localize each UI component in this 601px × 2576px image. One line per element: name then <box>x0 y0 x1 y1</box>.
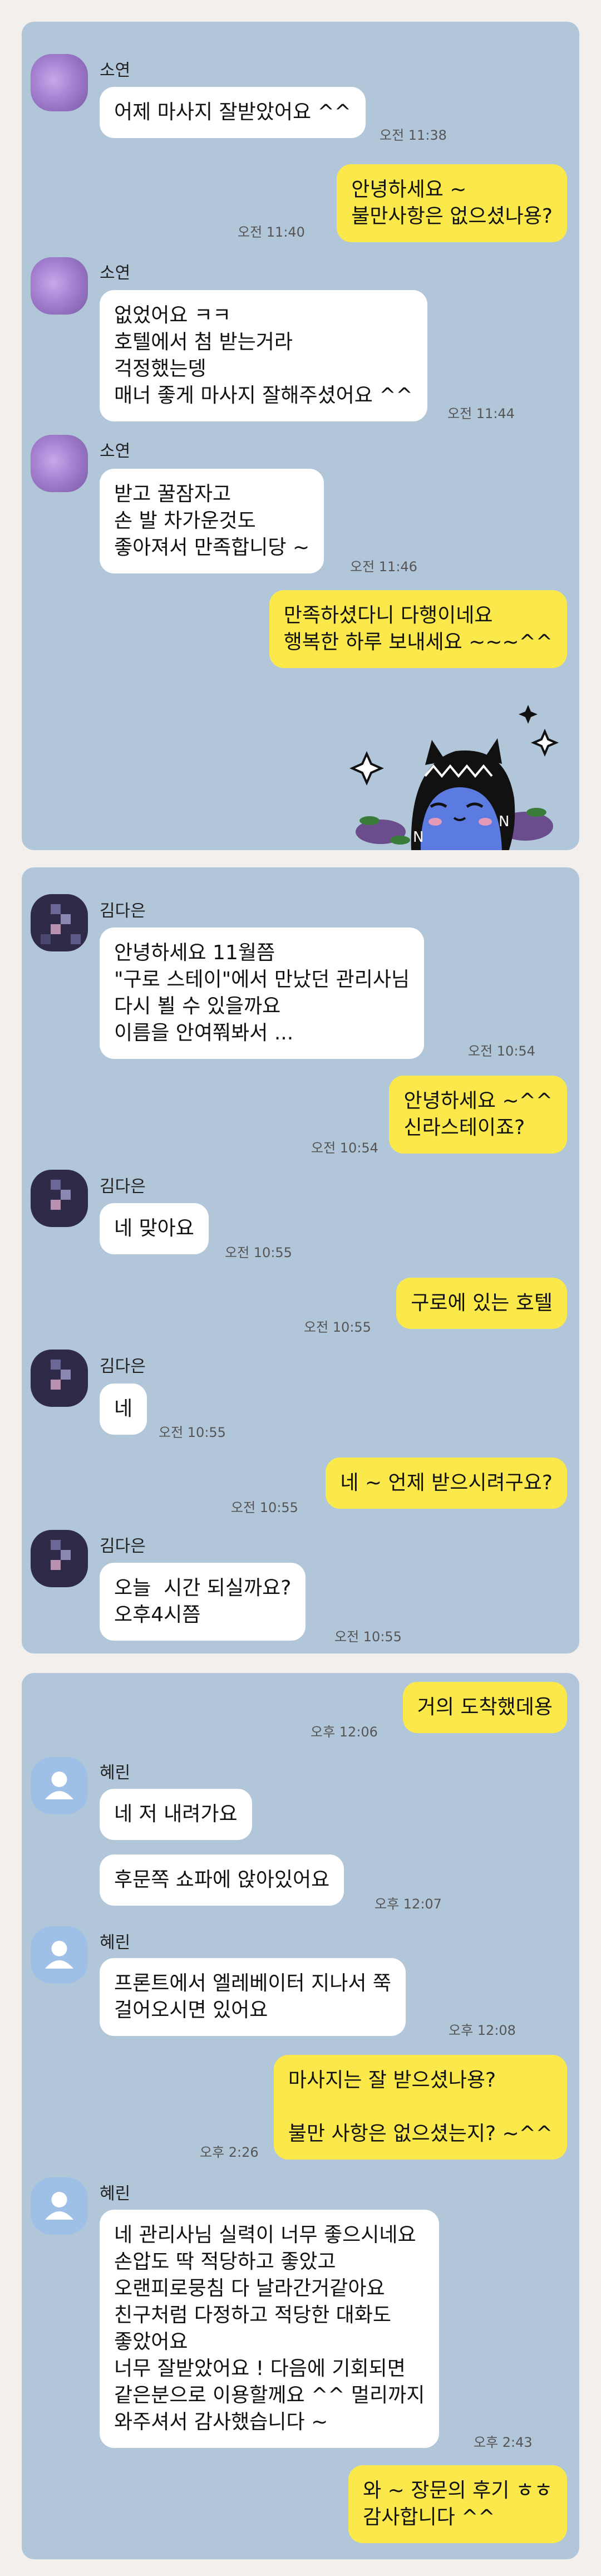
sender-avatar[interactable] <box>31 894 88 951</box>
chat-screenshot-2: 김다은 안녕하세요 11월쯤 "구로 스테이"에서 만났던 관리사님 다시 뵐 … <box>22 867 579 1653</box>
message-time: 오후 12:07 <box>375 1896 442 1912</box>
message-time: 오전 10:55 <box>304 1319 371 1335</box>
incoming-message[interactable]: 받고 꿀잠자고 손 발 차가운것도 좋아져서 만족합니당 ~ <box>100 469 324 573</box>
message-time: 오전 11:44 <box>447 406 515 421</box>
person-icon <box>45 1772 73 1799</box>
outgoing-message[interactable]: 네 ~ 언제 받으시려구요? <box>326 1458 567 1509</box>
incoming-message[interactable]: 네 저 내려가요 <box>100 1789 252 1840</box>
incoming-message[interactable]: 네 관리사님 실력이 너무 좋으시네요 손압도 딱 적당하고 좋았고 오랜피로뭉… <box>100 2210 440 2448</box>
incoming-message[interactable]: 어제 마사지 잘받았어요 ^^ <box>100 87 366 138</box>
sender-avatar[interactable] <box>31 1170 88 1227</box>
incoming-message[interactable]: 네 맞아요 <box>100 1203 209 1254</box>
chat-screenshot-3: 거의 도착했데용 오후 12:06 혜린 네 저 내려가요 후문쪽 쇼파에 앉아… <box>22 1673 579 2559</box>
message-time: 오전 10:55 <box>334 1629 402 1645</box>
incoming-message[interactable]: 없었어요 ㅋㅋ 호텔에서 첨 받는거라 걱정했는뎅 매너 좋게 마사지 잘해주셨… <box>100 290 427 421</box>
outgoing-message[interactable]: 거의 도착했데용 <box>402 1682 567 1733</box>
sender-avatar[interactable] <box>31 435 88 492</box>
message-time: 오전 10:55 <box>159 1425 226 1440</box>
sender-name: 김다은 <box>100 1177 146 1196</box>
outgoing-message[interactable]: 안녕하세요 ~^^ 신라스테이죠? <box>389 1076 567 1154</box>
message-time: 오후 2:43 <box>474 2435 533 2450</box>
sender-name: 혜린 <box>100 1933 131 1952</box>
sender-avatar[interactable] <box>31 1757 88 1814</box>
message-time: 오전 10:54 <box>468 1043 535 1059</box>
message-time: 오전 10:55 <box>225 1245 292 1260</box>
sender-avatar[interactable] <box>31 257 88 315</box>
sender-avatar[interactable] <box>31 1350 88 1407</box>
incoming-message[interactable]: 네 <box>100 1383 147 1435</box>
outgoing-message[interactable]: 와 ~ 장문의 후기 ㅎㅎ 감사합니다 ^^ <box>348 2465 567 2543</box>
incoming-message[interactable]: 안녕하세요 11월쯤 "구로 스테이"에서 만났던 관리사님 다시 뵐 수 있을… <box>100 928 425 1059</box>
sender-name: 소연 <box>100 61 131 80</box>
svg-text:N: N <box>499 813 509 830</box>
person-icon <box>45 2192 73 2220</box>
person-icon <box>45 1941 73 1969</box>
message-time: 오전 11:40 <box>238 224 305 240</box>
sender-name: 김다은 <box>100 901 146 921</box>
sender-name: 김다은 <box>100 1357 146 1376</box>
sender-name: 소연 <box>100 263 131 283</box>
outgoing-message[interactable]: 구로에 있는 호텔 <box>396 1278 567 1329</box>
incoming-message[interactable]: 오늘 시간 되실까요? 오후4시쯤 <box>100 1563 306 1641</box>
character-sticker[interactable]: N N <box>347 698 570 850</box>
outgoing-message[interactable]: 안녕하세요 ~ 불만사항은 없으셨나용? <box>337 164 567 242</box>
sender-name: 혜린 <box>100 2184 131 2204</box>
outgoing-message[interactable]: 만족하셨다니 다행이네요 행복한 하루 보내세요 ~~~^^ <box>269 590 567 668</box>
sender-avatar[interactable] <box>31 1926 88 1984</box>
message-time: 오전 11:38 <box>380 127 447 143</box>
sender-name: 혜린 <box>100 1763 131 1783</box>
message-time: 오후 12:08 <box>449 2023 516 2038</box>
sender-name: 김다은 <box>100 1537 146 1556</box>
message-time: 오전 10:54 <box>311 1140 378 1156</box>
sender-avatar[interactable] <box>31 1530 88 1587</box>
message-time: 오전 10:55 <box>231 1500 298 1515</box>
message-time: 오전 11:46 <box>350 559 417 575</box>
incoming-message[interactable]: 후문쪽 쇼파에 앉아있어요 <box>100 1854 344 1906</box>
sender-name: 소연 <box>100 441 131 461</box>
outgoing-message[interactable]: 마사지는 잘 받으셨나용? 불만 사항은 없으셨는지? ~^^ <box>273 2055 567 2160</box>
incoming-message[interactable]: 프론트에서 엘레베이터 지나서 쭉 걸어오시면 있어요 <box>100 1958 406 2036</box>
sender-avatar[interactable] <box>31 54 88 111</box>
chat-screenshot-1: 소연 어제 마사지 잘받았어요 ^^ 오전 11:38 안녕하세요 ~ 불만사항… <box>22 22 579 850</box>
message-time: 오후 2:26 <box>200 2145 259 2160</box>
sender-avatar[interactable] <box>31 2177 88 2235</box>
message-time: 오후 12:06 <box>311 1724 378 1740</box>
svg-text:N: N <box>413 829 423 846</box>
